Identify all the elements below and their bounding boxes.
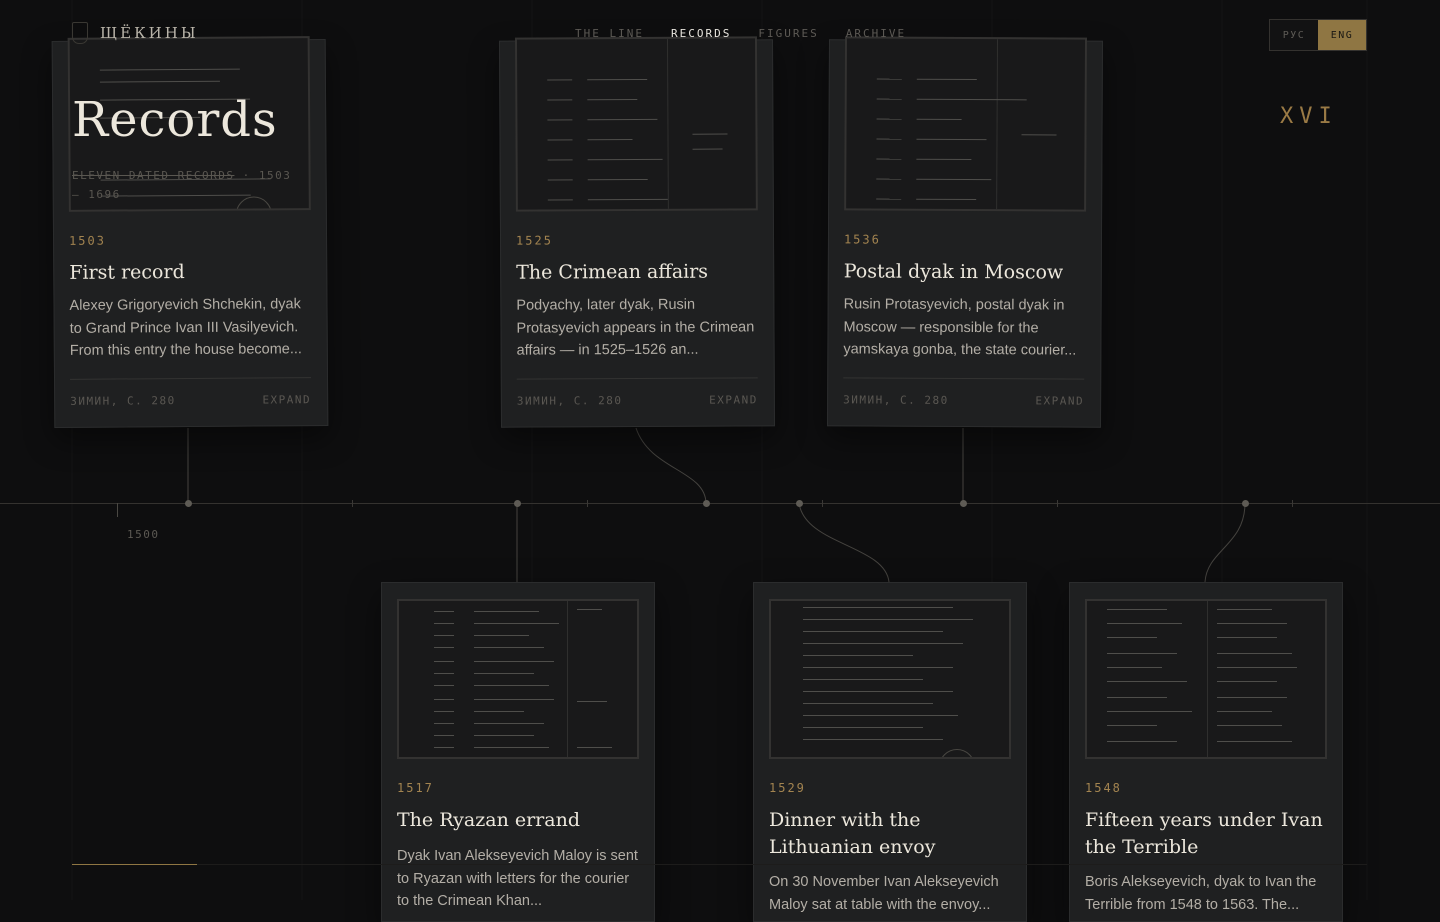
lang-en-button[interactable]: ENG [1318, 20, 1366, 50]
timeline-axis [0, 503, 1440, 504]
timeline-node[interactable] [702, 499, 710, 507]
manuscript-thumbnail [397, 599, 639, 759]
record-year: 1548 [1085, 781, 1122, 795]
timeline-node[interactable] [795, 499, 803, 507]
scroll-progress [72, 864, 197, 865]
record-title: The Crimean affairs [516, 260, 709, 284]
manuscript-thumbnail [844, 36, 1088, 212]
record-card[interactable]: 1517 The Ryazan errand Dyak Ivan Aleksey… [381, 582, 655, 922]
card-divider [516, 377, 758, 380]
main-nav: THE LINE RECORDS FIGURES ARCHIVE [575, 27, 906, 40]
scroll-track [197, 864, 1367, 865]
timeline-node[interactable] [1241, 499, 1249, 507]
page-subtitle: ELEVEN DATED RECORDS · 1503 – 1696 [72, 166, 302, 204]
expand-button[interactable]: EXPAND [709, 393, 758, 406]
brand-name: ЩЁКИНЫ [100, 24, 199, 42]
record-title: Fifteen years under Ivan the Terrible [1085, 809, 1323, 858]
record-title: Postal dyak in Moscow [843, 260, 1064, 284]
timeline-tick [1292, 500, 1293, 507]
record-description: Alexey Grigoryevich Shchekin, dyak to Gr… [69, 296, 302, 359]
record-count: ELEVEN DATED RECORDS [72, 169, 235, 182]
record-title: First record [69, 261, 185, 284]
record-description: Dyak Ivan Alekseyevich Maloy is sent to … [397, 848, 638, 909]
record-year: 1536 [843, 232, 881, 247]
timeline-tick [822, 500, 823, 507]
record-description: On 30 November Ivan Alekseyevich Maloy s… [769, 874, 999, 913]
century-indicator: XVI [1280, 104, 1338, 129]
nav-the-line[interactable]: THE LINE [575, 27, 644, 40]
lang-ru-button[interactable]: РУС [1270, 20, 1318, 50]
manuscript-thumbnail [514, 36, 758, 212]
record-year: 1503 [68, 233, 107, 248]
record-year: 1529 [769, 781, 806, 795]
record-card[interactable]: 1529 Dinner with the Lithuanian envoy On… [753, 582, 1027, 922]
record-source: ЗИМИН, С. 280 [70, 394, 176, 408]
timeline-tick [352, 500, 353, 507]
nav-archive[interactable]: ARCHIVE [846, 27, 906, 40]
record-source: ЗИМИН, С. 280 [516, 394, 623, 408]
timeline-node[interactable] [513, 499, 521, 507]
record-description: Podyachy, later dyak, Rusin Protasyevich… [516, 296, 755, 359]
record-year: 1525 [515, 233, 553, 248]
record-card[interactable]: 1548 Fifteen years under Ivan the Terrib… [1069, 582, 1343, 922]
card-divider [843, 377, 1085, 380]
timeline-node[interactable] [959, 499, 967, 507]
timeline-tick-label: 1500 [127, 528, 160, 541]
brand[interactable]: ЩЁКИНЫ [72, 22, 199, 44]
record-card[interactable]: 1525 The Crimean affairs Podyachy, later… [498, 36, 776, 428]
manuscript-thumbnail [1085, 599, 1327, 759]
page-title: Records [72, 92, 278, 148]
card-divider [70, 377, 312, 380]
timeline-tick [587, 500, 588, 507]
record-title: The Ryazan errand [397, 809, 580, 831]
timeline-node[interactable] [184, 499, 192, 507]
record-title: Dinner with the Lithuanian envoy [769, 809, 936, 858]
record-source: ЗИМИН, С. 280 [843, 393, 949, 407]
manuscript-thumbnail [769, 599, 1011, 759]
timeline-tick [1057, 500, 1058, 507]
record-description: Boris Alekseyevich, dyak to Ivan the Ter… [1085, 874, 1317, 913]
nav-records[interactable]: RECORDS [671, 27, 731, 40]
expand-button[interactable]: EXPAND [262, 393, 311, 406]
record-description: Rusin Protasyevich, postal dyak in Mosco… [843, 296, 1077, 359]
record-card[interactable]: 1536 Postal dyak in Moscow Rusin Protasy… [826, 36, 1104, 428]
expand-button[interactable]: EXPAND [1035, 394, 1084, 407]
language-switcher: РУС ENG [1269, 19, 1367, 51]
shield-icon [72, 22, 88, 44]
timeline-major-tick [117, 503, 118, 517]
nav-figures[interactable]: FIGURES [758, 27, 818, 40]
record-year: 1517 [397, 781, 434, 795]
